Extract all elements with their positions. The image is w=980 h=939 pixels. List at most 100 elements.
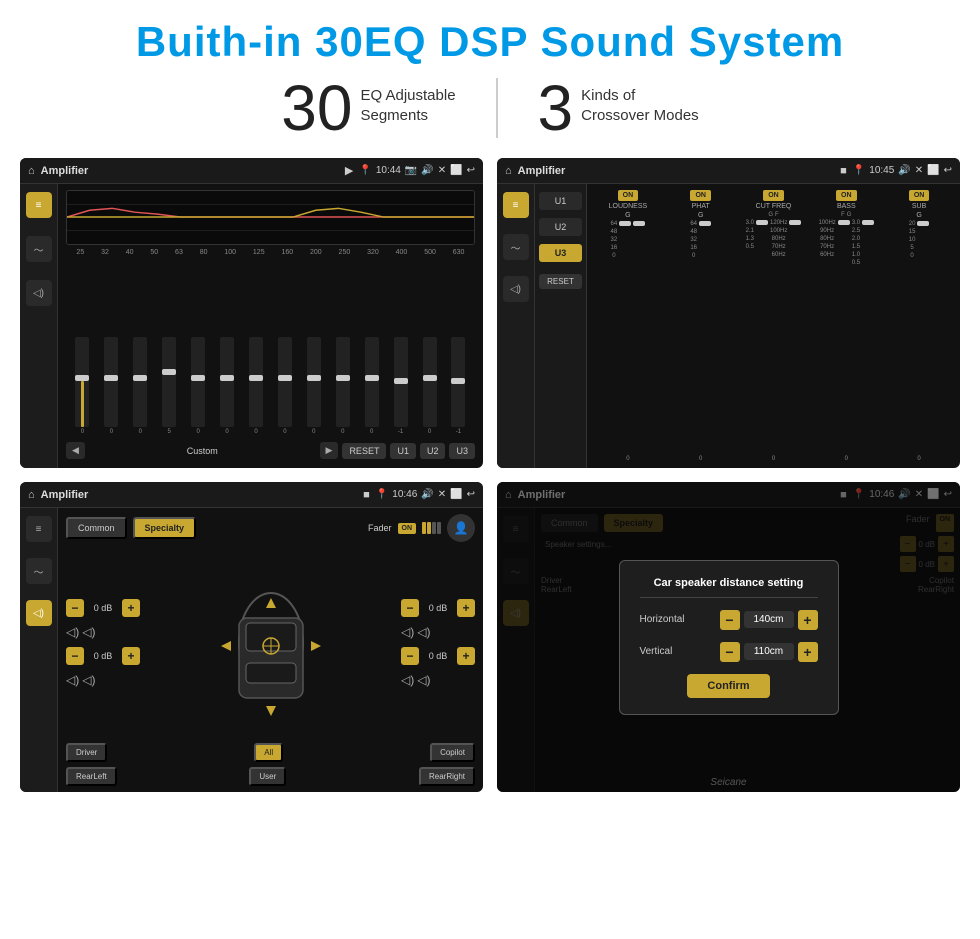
top-left-db: − 0 dB + (66, 599, 140, 617)
speaker-sidebar-btn2[interactable]: ◁) (503, 276, 529, 302)
eq-slider-10: 0 (336, 337, 350, 435)
rearleft-btn[interactable]: RearLeft (66, 767, 117, 786)
close-icon2[interactable]: ✕ (915, 165, 923, 176)
close-icon3[interactable]: ✕ (438, 489, 446, 500)
eq-reset-btn[interactable]: RESET (342, 443, 386, 459)
phat-g: G (698, 212, 703, 219)
screen1-eq-area: 25 32 40 50 63 80 100 125 160 200 250 32… (58, 184, 483, 468)
tr-minus[interactable]: − (401, 599, 419, 617)
eq-sidebar-btn3[interactable]: ≡ (26, 516, 52, 542)
tr-db-val: 0 dB (423, 603, 453, 613)
fader-on[interactable]: ON (398, 523, 417, 534)
screen1-topbar-icons: 📍 10:44 📷 🔊 ✕ ⬜ ↩ (359, 165, 475, 176)
br-plus[interactable]: + (457, 647, 475, 665)
u2-btn[interactable]: U2 (539, 218, 582, 236)
cutfreq-on[interactable]: ON (763, 190, 784, 201)
speaker-sidebar-btn3[interactable]: ◁) (26, 600, 52, 626)
eq-slider-1: 0 (75, 337, 89, 435)
confirm-button[interactable]: Confirm (687, 674, 769, 698)
close-icon[interactable]: ✕ (438, 165, 446, 176)
screen3-middle: − 0 dB + ◁) ◁) − 0 dB + (66, 547, 475, 738)
eq-next-btn[interactable]: ▶ (320, 442, 339, 459)
screens-wrapper: ⌂ Amplifier ▶ 📍 10:44 📷 🔊 ✕ ⬜ ↩ ≡ 〜 ◁) (0, 158, 980, 792)
tl-speaker1: ◁) (66, 625, 79, 639)
back-icon2[interactable]: ↩ (944, 165, 952, 176)
wave-sidebar-btn2[interactable]: 〜 (503, 234, 529, 260)
all-btn[interactable]: All (254, 743, 283, 762)
u1-btn[interactable]: U1 (539, 192, 582, 210)
sub-val-col: 20 15 10 5 0 (909, 221, 916, 259)
copilot-btn[interactable]: Copilot (430, 743, 475, 762)
phat-bottom: 0 (699, 456, 702, 462)
u3-btn[interactable]: U3 (539, 244, 582, 262)
specialty-tab[interactable]: Specialty (133, 517, 197, 539)
eq-slider-4: 5 (162, 337, 176, 435)
tl-plus[interactable]: + (122, 599, 140, 617)
screen3-topbar: ⌂ Amplifier ■ 📍 10:46 🔊 ✕ ⬜ ↩ (20, 482, 483, 508)
profile-btn[interactable]: 👤 (447, 514, 475, 542)
phat-on[interactable]: ON (690, 190, 711, 201)
bass-sliders: 100Hz 90Hz 80Hz 70Hz 60Hz 3.0 (818, 220, 874, 454)
home-icon2[interactable]: ⌂ (505, 165, 512, 177)
eq-u1-btn[interactable]: U1 (390, 443, 416, 459)
bass-fg: F G (841, 212, 851, 218)
common-tab[interactable]: Common (66, 517, 127, 539)
home-icon3[interactable]: ⌂ (28, 489, 35, 501)
rearright-btn[interactable]: RearRight (419, 767, 475, 786)
loudness-bottom-val: 0 (626, 456, 629, 462)
eq-slider-11: 0 (365, 337, 379, 435)
left-db-controls: − 0 dB + ◁) ◁) − 0 dB + (66, 599, 140, 687)
crossover-reset-btn[interactable]: RESET (539, 274, 582, 289)
speaker-icon-btn[interactable]: ◁) (26, 280, 52, 306)
eq-slider-12: -1 (394, 337, 408, 435)
back-icon[interactable]: ↩ (467, 165, 475, 176)
vertical-minus[interactable]: − (720, 642, 740, 662)
screen2-title: Amplifier (518, 165, 835, 177)
sub-on[interactable]: ON (909, 190, 930, 201)
tr-speaker1: ◁) (401, 625, 414, 639)
back-icon3[interactable]: ↩ (467, 489, 475, 500)
band-phat: ON PHAT G 64 48 32 16 0 (666, 190, 736, 462)
eq-slider-9: 0 (307, 337, 321, 435)
tr-speaker-icons: ◁) ◁) (401, 625, 475, 639)
tl-db-val: 0 dB (88, 603, 118, 613)
eq-icon-btn[interactable]: ≡ (26, 192, 52, 218)
eq-prev-btn[interactable]: ◀ (66, 442, 85, 459)
horizontal-plus[interactable]: + (798, 610, 818, 630)
tr-speaker2: ◁) (417, 625, 430, 639)
bl-plus[interactable]: + (122, 647, 140, 665)
sub-g: G (916, 212, 921, 219)
band-loudness: ON LOUDNESS G 64 48 32 16 0 (593, 190, 663, 462)
br-speaker-icons: ◁) ◁) (401, 673, 475, 687)
horizontal-label: Horizontal (640, 614, 700, 625)
screen2-topbar: ⌂ Amplifier ■ 📍 10:45 🔊 ✕ ⬜ ↩ (497, 158, 960, 184)
tr-plus[interactable]: + (457, 599, 475, 617)
eq-graph (66, 190, 475, 245)
eq-u3-btn[interactable]: U3 (449, 443, 475, 459)
eq-u2-btn[interactable]: U2 (420, 443, 446, 459)
bass-on[interactable]: ON (836, 190, 857, 201)
loudness-val-col: 64 48 32 16 0 (611, 221, 618, 259)
user-btn[interactable]: User (249, 767, 286, 786)
fader-toggle (422, 522, 441, 534)
br-minus[interactable]: − (401, 647, 419, 665)
loudness-on[interactable]: ON (618, 190, 639, 201)
wave-icon-btn[interactable]: 〜 (26, 236, 52, 262)
bl-minus[interactable]: − (66, 647, 84, 665)
eq-sidebar-btn2[interactable]: ≡ (503, 192, 529, 218)
horizontal-minus[interactable]: − (720, 610, 740, 630)
page-container: Buith-in 30EQ DSP Sound System 30 EQ Adj… (0, 0, 980, 939)
vertical-input-group: − 110cm + (720, 642, 818, 662)
wave-sidebar-btn3[interactable]: 〜 (26, 558, 52, 584)
eq-slider-track-1[interactable] (75, 337, 89, 427)
screen1-topbar: ⌂ Amplifier ▶ 📍 10:44 📷 🔊 ✕ ⬜ ↩ (20, 158, 483, 184)
screen2-content: ≡ 〜 ◁) U1 U2 U3 RESET ON LOUDNESS (497, 184, 960, 468)
vertical-plus[interactable]: + (798, 642, 818, 662)
car-diagram-area (146, 568, 395, 718)
home-icon[interactable]: ⌂ (28, 165, 35, 177)
tl-minus[interactable]: − (66, 599, 84, 617)
screen2-time: 10:45 (869, 165, 894, 176)
screen1: ⌂ Amplifier ▶ 📍 10:44 📷 🔊 ✕ ⬜ ↩ ≡ 〜 ◁) (20, 158, 483, 468)
driver-btn[interactable]: Driver (66, 743, 107, 762)
screen2-sidebar: ≡ 〜 ◁) (497, 184, 535, 468)
